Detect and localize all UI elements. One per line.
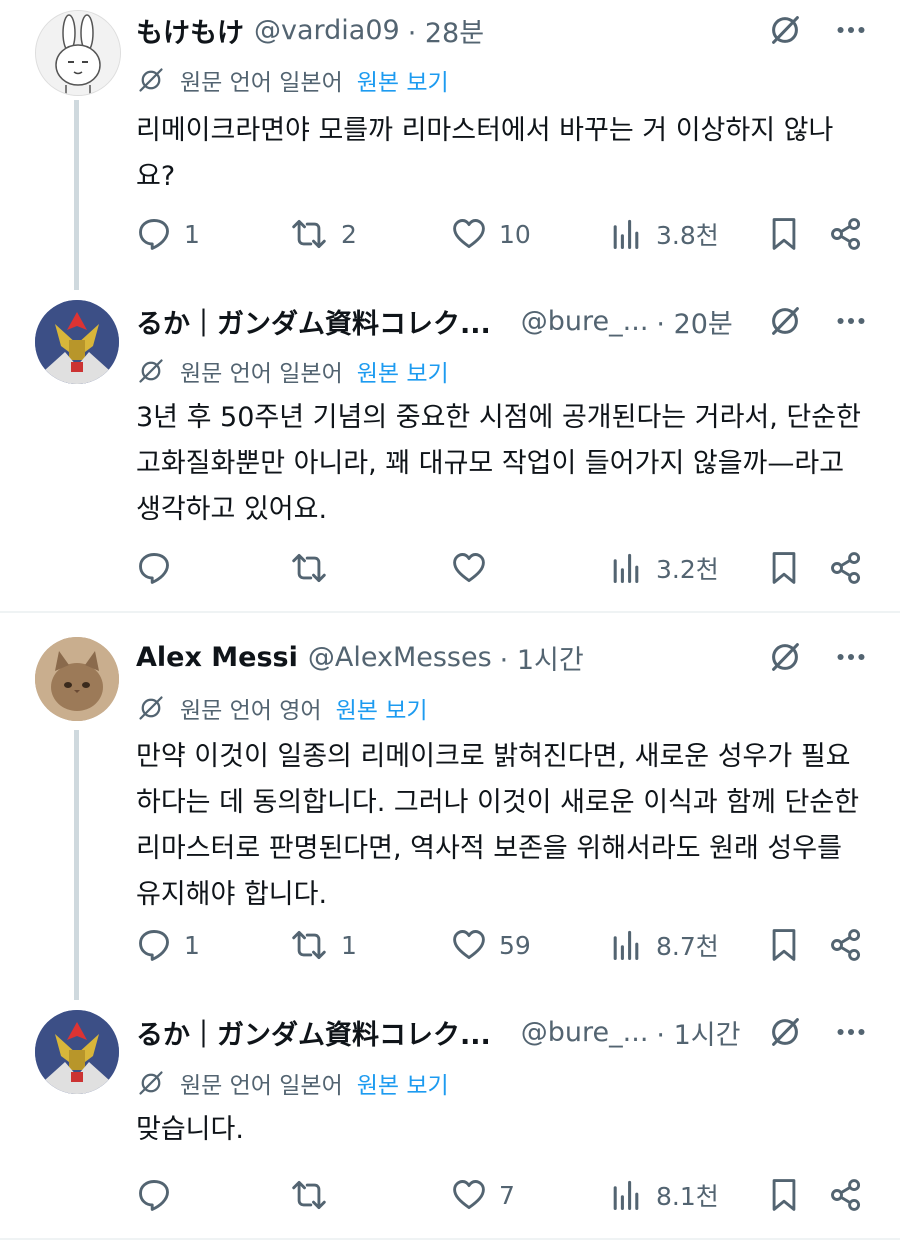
reply-icon (136, 1177, 172, 1213)
gundam-avatar-icon (35, 1010, 119, 1094)
show-original-link[interactable]: 원본 보기 (357, 1066, 449, 1100)
tweet-divider (0, 1238, 900, 1240)
tweet[interactable]: るか｜ガンダム資料コレク... @bure_... · 1시간 원문 언어 일본… (0, 0, 900, 1242)
translate-slash-icon[interactable] (766, 1013, 804, 1051)
views-button[interactable]: 8.1천 (608, 1177, 719, 1213)
share-button[interactable] (828, 1177, 864, 1213)
bookmark-icon (766, 1177, 802, 1213)
retweet-icon (289, 1177, 329, 1213)
like-count: 7 (499, 1180, 515, 1210)
like-button[interactable]: 7 (451, 1177, 515, 1213)
views-bar-icon (608, 1177, 644, 1213)
reply-button[interactable] (136, 1177, 184, 1213)
tweet-text: 맞습니다. (136, 1114, 244, 1145)
heart-icon (451, 1177, 487, 1213)
avatar[interactable] (35, 1010, 119, 1094)
retweet-button[interactable] (289, 1177, 341, 1213)
translate-slash-icon (136, 1068, 166, 1098)
more-dots-icon[interactable] (832, 1013, 870, 1051)
view-count: 8.1천 (656, 1182, 719, 1211)
author-handle[interactable]: @bure_... (521, 1017, 649, 1048)
bookmark-button[interactable] (766, 1177, 802, 1213)
tweet-time[interactable]: · 1시간 (656, 1013, 740, 1052)
translate-label: 원문 언어 일본어 (180, 1073, 343, 1099)
share-icon (828, 1177, 864, 1213)
author-name[interactable]: るか｜ガンダム資料コレク... (136, 1013, 491, 1052)
